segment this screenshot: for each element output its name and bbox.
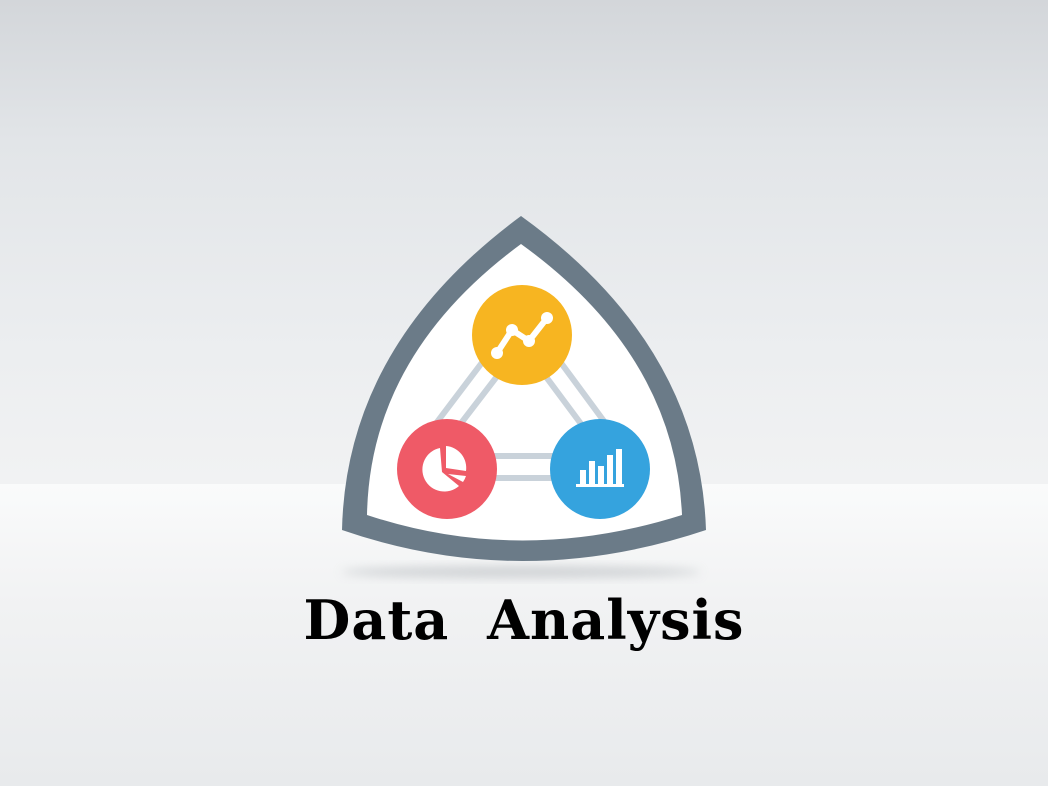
logo-shadow [341,566,701,578]
pie-chart-node [397,419,497,519]
line-chart-node [472,285,572,385]
logo-title: Data Analysis [303,588,745,652]
data-analysis-logo [341,216,706,578]
bar-chart-node [550,419,650,519]
